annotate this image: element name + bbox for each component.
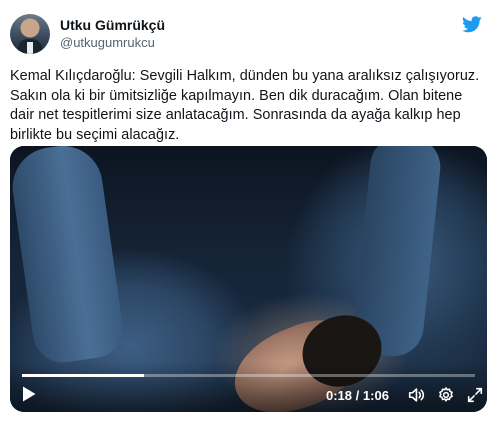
time-separator: /: [355, 388, 360, 403]
video-progress-bar[interactable]: [22, 374, 475, 377]
tweet-header: Utku Gümrükçü @utkugumrukcu: [10, 10, 490, 54]
tweet-card: Utku Gümrükçü @utkugumrukcu Kemal Kılıçd…: [0, 0, 500, 427]
duration: 1:06: [362, 388, 389, 403]
video-progress-fill: [22, 374, 145, 377]
video-player[interactable]: 0:18 / 1:06: [10, 146, 487, 412]
twitter-bird-icon[interactable]: [462, 16, 482, 33]
volume-icon[interactable]: [407, 386, 425, 404]
play-icon[interactable]: [22, 386, 36, 402]
fullscreen-icon[interactable]: [466, 386, 484, 404]
video-time: 0:18 / 1:06: [326, 388, 389, 403]
current-time: 0:18: [326, 388, 353, 403]
avatar[interactable]: [10, 14, 50, 54]
author-display-name[interactable]: Utku Gümrükçü: [60, 16, 165, 34]
tweet-text: Kemal Kılıçdaroğlu: Sevgili Halkım, dünd…: [10, 68, 480, 143]
video-controls: 0:18 / 1:06: [10, 362, 487, 412]
author-handle[interactable]: @utkugumrukcu: [60, 34, 165, 52]
author-names: Utku Gümrükçü @utkugumrukcu: [60, 16, 165, 52]
gear-icon[interactable]: [437, 386, 455, 404]
